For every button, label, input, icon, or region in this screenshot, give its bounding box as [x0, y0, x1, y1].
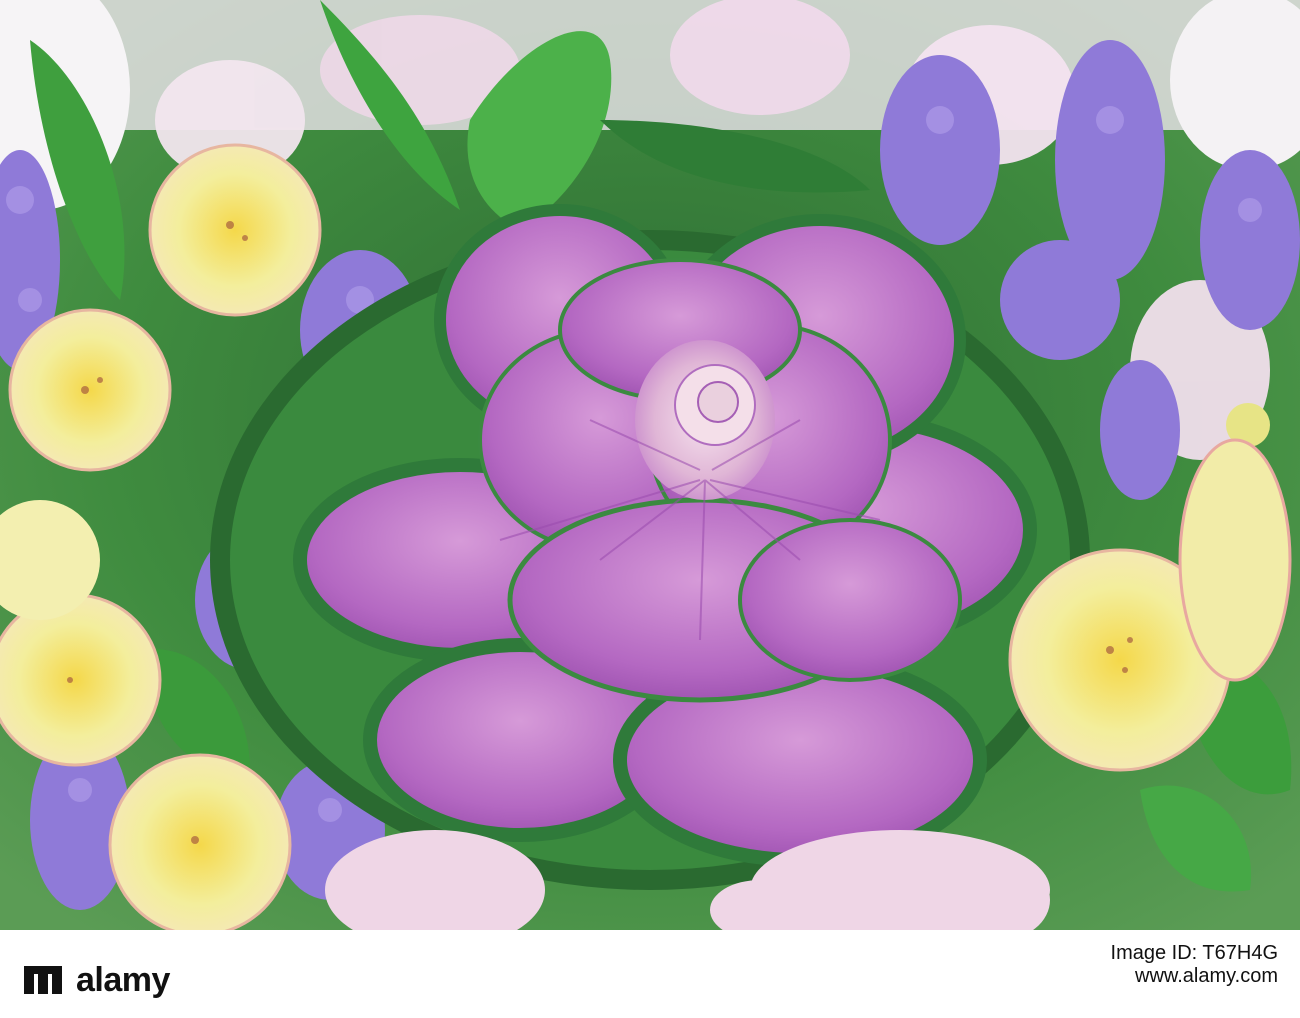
bouquet-illustration — [0, 0, 1300, 930]
website-url: www.alamy.com — [1135, 965, 1278, 987]
bouquet-photo — [0, 0, 1300, 930]
stock-info: Image ID: T67H4G www.alamy.com — [1111, 942, 1278, 988]
alamy-logo-text: alamy — [76, 961, 170, 999]
alamy-logo-icon — [24, 966, 62, 994]
alamy-logo: alamy — [22, 960, 222, 1000]
footer-bar: alamy Image ID: T67H4G www.alamy.com — [0, 930, 1300, 1018]
image-id-label: Image ID: T67H4G — [1110, 942, 1278, 964]
